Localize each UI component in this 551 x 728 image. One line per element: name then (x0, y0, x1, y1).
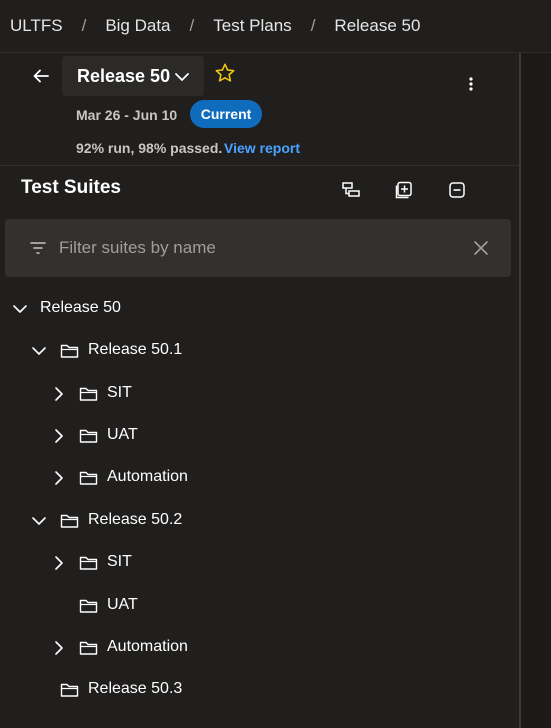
tree-row[interactable]: Automation (0, 628, 519, 668)
plan-dates: Mar 26 - Jun 10 (76, 107, 178, 123)
view-report-link[interactable]: View report (224, 140, 300, 156)
close-icon (474, 241, 488, 255)
chevron-down-icon[interactable] (11, 300, 29, 318)
tree-row[interactable]: Release 50 (0, 289, 519, 329)
star-icon (215, 63, 235, 82)
back-button[interactable] (28, 63, 54, 89)
clear-filter-button[interactable] (471, 238, 491, 258)
new-suite-button[interactable] (340, 179, 362, 201)
more-vertical-icon (469, 77, 473, 91)
filter-suites-input[interactable] (57, 233, 457, 263)
tree-row[interactable]: Release 50.3 (0, 670, 519, 710)
folder-icon (78, 639, 98, 657)
tree-row[interactable]: Release 50.1 (0, 331, 519, 371)
tree-item-label: Release 50 (40, 299, 121, 316)
test-plan-panel: Release 50 Mar 26 - Jun 10 Current 92% r… (0, 53, 519, 728)
folder-icon (59, 681, 79, 699)
breadcrumb-separator: / (310, 16, 316, 35)
tree-row[interactable]: Automation (0, 458, 519, 498)
plan-picker-button[interactable]: Release 50 (62, 56, 204, 96)
tree-row[interactable]: Release 50.2 (0, 501, 519, 541)
tree-item-label: UAT (107, 596, 138, 613)
new-suite-icon (342, 182, 360, 197)
folder-icon (78, 554, 98, 572)
breadcrumb-item-big-data[interactable]: Big Data (105, 16, 170, 36)
tree-item-label: UAT (107, 426, 138, 443)
run-stats: 92% run, 98% passed. (76, 140, 223, 156)
tree-row[interactable]: UAT (0, 586, 519, 626)
chevron-right-icon[interactable] (50, 427, 68, 445)
chevron-right-icon[interactable] (50, 554, 68, 572)
breadcrumb-separator: / (81, 16, 87, 35)
chevron-down-icon (175, 73, 189, 81)
tree-item-label: SIT (107, 384, 132, 401)
chevron-down-icon[interactable] (30, 342, 48, 360)
folder-icon (78, 469, 98, 487)
plan-header: Release 50 Mar 26 - Jun 10 Current 92% r… (0, 53, 519, 166)
folder-icon (59, 512, 79, 530)
collapse-all-button[interactable] (446, 179, 468, 201)
breadcrumb-item-release[interactable]: Release 50 (334, 16, 420, 36)
test-suites-title: Test Suites (21, 177, 121, 198)
folder-icon (59, 342, 79, 360)
collapse-all-icon (449, 182, 465, 198)
filter-box (5, 219, 511, 277)
filter-icon (30, 242, 46, 254)
favorite-star-button[interactable] (214, 62, 238, 86)
tree-item-label: Release 50.3 (88, 680, 183, 697)
expand-all-icon (395, 181, 412, 199)
tree-row[interactable]: SIT (0, 543, 519, 583)
tree-row[interactable]: SIT (0, 374, 519, 414)
page: ULTFS / Big Data / Test Plans / Release … (0, 0, 551, 728)
chevron-right-icon[interactable] (50, 385, 68, 403)
plan-name: Release 50 (77, 65, 171, 86)
tree-item-label: SIT (107, 553, 132, 570)
tree-item-label: Automation (107, 638, 188, 655)
breadcrumb-separator: / (189, 16, 195, 35)
tree-item-label: Release 50.1 (88, 341, 183, 358)
tree-item-label: Release 50.2 (88, 511, 183, 528)
breadcrumb-item-project[interactable]: ULTFS (10, 16, 63, 36)
status-badge: Current (190, 100, 262, 128)
folder-icon (78, 385, 98, 403)
folder-icon (78, 597, 98, 615)
chevron-down-icon[interactable] (30, 512, 48, 530)
details-panel (521, 53, 551, 728)
breadcrumb-item-test-plans[interactable]: Test Plans (213, 16, 291, 36)
expand-all-button[interactable] (393, 179, 415, 201)
tree-item-label: Automation (107, 468, 188, 485)
chevron-right-icon[interactable] (50, 639, 68, 657)
tree-row[interactable]: UAT (0, 416, 519, 456)
arrow-left-icon (33, 69, 49, 83)
breadcrumb: ULTFS / Big Data / Test Plans / Release … (0, 0, 551, 53)
more-actions-button[interactable] (460, 73, 482, 95)
chevron-right-icon[interactable] (50, 469, 68, 487)
folder-icon (78, 427, 98, 445)
